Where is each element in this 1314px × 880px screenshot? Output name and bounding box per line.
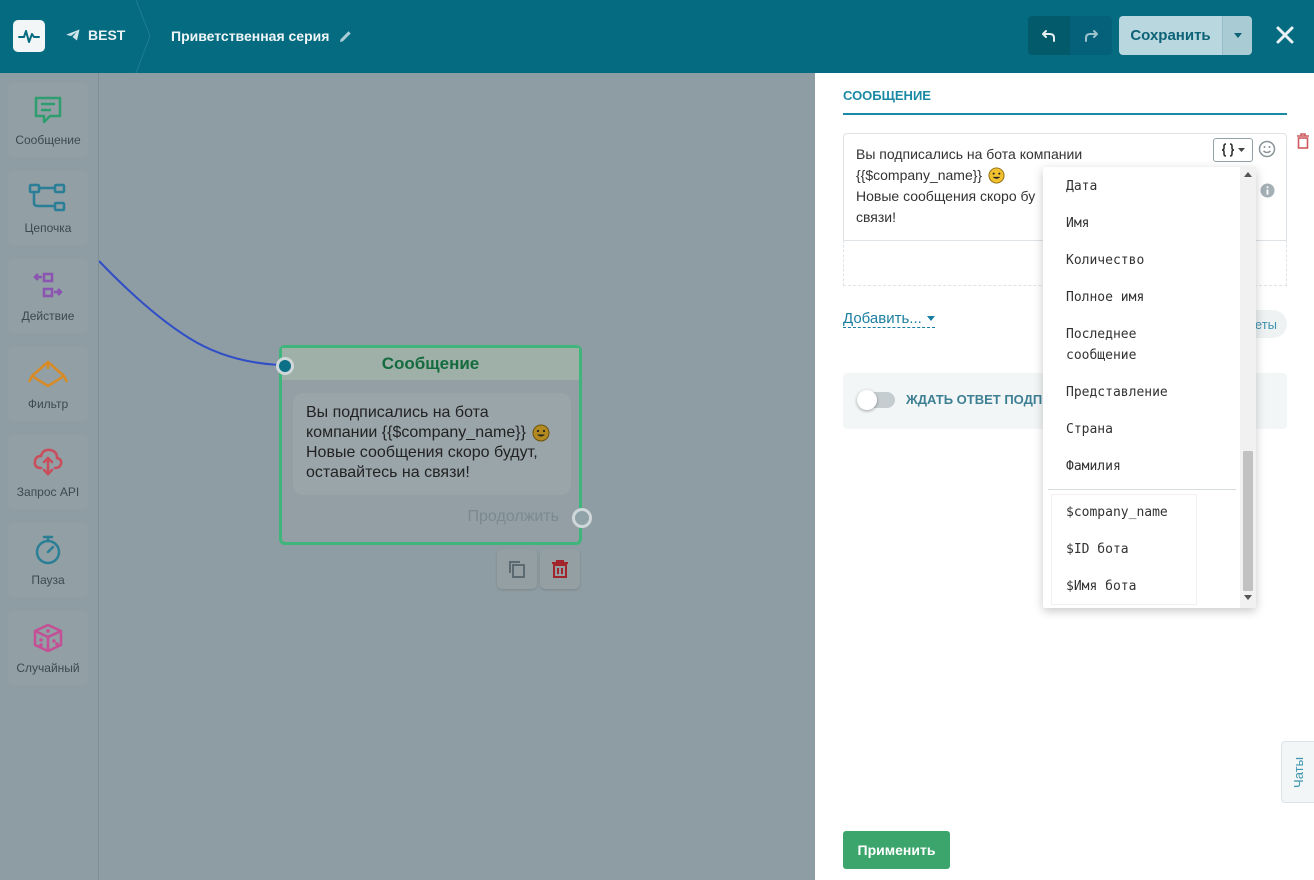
redo-button[interactable] <box>1070 16 1112 55</box>
variable-option-surname[interactable]: Фамилия <box>1066 456 1226 477</box>
grinning-emoji-icon <box>988 167 1005 184</box>
api-icon <box>33 448 63 476</box>
tool-label: Случайный <box>16 661 80 675</box>
caret-down-icon <box>926 316 935 321</box>
trash-icon <box>552 560 568 578</box>
insert-variable-button[interactable] <box>1213 138 1253 162</box>
tool-label: Сообщение <box>15 133 81 147</box>
tool-chain[interactable]: Цепочка <box>8 171 88 245</box>
connection-line <box>99 260 283 366</box>
variable-option-bot-name[interactable]: $Имя бота <box>1066 576 1226 597</box>
pencil-icon[interactable] <box>339 30 352 43</box>
pulse-icon <box>18 30 40 43</box>
tool-label: Цепочка <box>24 221 72 235</box>
add-link-label: Добавить... <box>843 310 922 327</box>
tool-label: Запрос API <box>16 485 80 499</box>
top-bar: BEST Приветственная серия Сохранить <box>0 0 1314 73</box>
telegram-icon <box>66 29 80 41</box>
caret-down-icon <box>1233 33 1242 38</box>
chats-tab[interactable]: Чаты <box>1281 741 1314 803</box>
redo-icon <box>1085 29 1098 42</box>
add-dropdown-link[interactable]: Добавить... <box>843 310 935 328</box>
tool-message[interactable]: Сообщение <box>8 83 88 157</box>
node-title: Сообщение <box>282 348 579 380</box>
wait-reply-label: ЖДАТЬ ОТВЕТ ПОДП <box>906 392 1043 407</box>
random-icon <box>33 623 63 653</box>
delete-message-button[interactable] <box>1296 133 1310 154</box>
dropdown-scrollbar[interactable] <box>1240 167 1256 608</box>
undo-icon <box>1042 29 1055 42</box>
pause-icon <box>35 535 61 565</box>
variable-option-country[interactable]: Страна <box>1066 419 1226 440</box>
node-input-port[interactable] <box>276 357 294 375</box>
variables-dropdown: Дата Имя Количество Полное имя Последнее… <box>1043 167 1256 608</box>
node-text-line: Новые сообщения скоро будут, <box>306 444 538 461</box>
delete-node-button[interactable] <box>540 549 580 589</box>
save-controls: Сохранить <box>1119 16 1252 55</box>
grinning-emoji-icon <box>532 424 550 442</box>
wait-reply-toggle[interactable] <box>857 390 895 410</box>
undo-button[interactable] <box>1028 16 1070 55</box>
message-line: Вы подписались на бота компании <box>856 146 1083 162</box>
tool-random[interactable]: Случайный <box>8 611 88 685</box>
block-toolbar: Сообщение Цепочка Действие Фильтр Запрос… <box>0 73 99 880</box>
info-icon <box>1260 183 1275 198</box>
action-icon <box>33 272 63 298</box>
history-controls <box>1028 16 1112 55</box>
close-icon <box>1276 26 1294 44</box>
chain-icon <box>28 183 66 212</box>
message-node[interactable]: Сообщение Вы подписались на бота компани… <box>276 345 592 545</box>
node-output-port[interactable] <box>572 508 592 528</box>
node-message-bubble: Вы подписались на бота компании {{$compa… <box>293 393 571 495</box>
copy-icon <box>509 561 525 578</box>
breadcrumb-separator <box>135 0 151 73</box>
tool-filter[interactable]: Фильтр <box>8 347 88 421</box>
tool-pause[interactable]: Пауза <box>8 523 88 597</box>
variable-option-bot-id[interactable]: $ID бота <box>1066 539 1226 560</box>
variable-option-date[interactable]: Дата <box>1066 176 1226 197</box>
variable-option-company-name[interactable]: $company_name <box>1066 502 1226 523</box>
braces-icon <box>1221 143 1235 157</box>
bot-name: BEST <box>88 27 126 43</box>
trash-icon <box>1297 133 1309 149</box>
app-logo[interactable] <box>13 20 45 52</box>
variable-option-count[interactable]: Количество <box>1066 250 1226 271</box>
series-title[interactable]: Приветственная серия <box>171 28 352 44</box>
node-text-line: Вы подписались на бота <box>306 404 489 421</box>
close-button[interactable] <box>1272 22 1298 48</box>
caret-down-icon <box>1238 148 1245 152</box>
info-button[interactable] <box>1260 183 1275 203</box>
variable-option-full-name[interactable]: Полное имя <box>1066 287 1226 308</box>
node-text-line: компании {{$company_name}} <box>306 424 526 441</box>
apply-button[interactable]: Применить <box>843 831 950 869</box>
variable-option-view[interactable]: Представление <box>1066 382 1226 403</box>
emoji-picker-button[interactable] <box>1258 140 1276 163</box>
chats-tab-label: Чаты <box>1290 756 1306 788</box>
continue-button[interactable]: Продолжить <box>468 508 559 526</box>
duplicate-node-button[interactable] <box>497 549 537 589</box>
message-icon <box>34 96 62 124</box>
toggle-knob <box>857 390 877 410</box>
panel-title: СООБЩЕНИЕ <box>843 88 1287 115</box>
message-line: {{$company_name}} <box>856 167 983 183</box>
scroll-down-icon[interactable] <box>1244 595 1252 600</box>
scrollbar-thumb[interactable] <box>1243 451 1253 591</box>
smiley-icon <box>1258 140 1276 158</box>
tool-action[interactable]: Действие <box>8 259 88 333</box>
tool-api[interactable]: Запрос API <box>8 435 88 509</box>
scroll-up-icon[interactable] <box>1244 172 1252 177</box>
filter-icon <box>27 360 69 388</box>
series-title-text: Приветственная серия <box>171 28 330 44</box>
tool-label: Фильтр <box>27 397 69 411</box>
bot-selector[interactable]: BEST <box>66 27 125 43</box>
variable-option-name[interactable]: Имя <box>1066 213 1226 234</box>
dropdown-divider <box>1048 489 1236 490</box>
save-button[interactable]: Сохранить <box>1119 16 1222 55</box>
node-text-line: оставайтесь на связи! <box>306 464 470 481</box>
tool-label: Пауза <box>31 573 65 587</box>
save-options-button[interactable] <box>1222 16 1252 55</box>
flow-canvas[interactable]: Сообщение Вы подписались на бота компани… <box>99 73 815 880</box>
tool-label: Действие <box>21 309 75 323</box>
variable-option-last-message[interactable]: Последнее сообщение <box>1066 324 1176 366</box>
